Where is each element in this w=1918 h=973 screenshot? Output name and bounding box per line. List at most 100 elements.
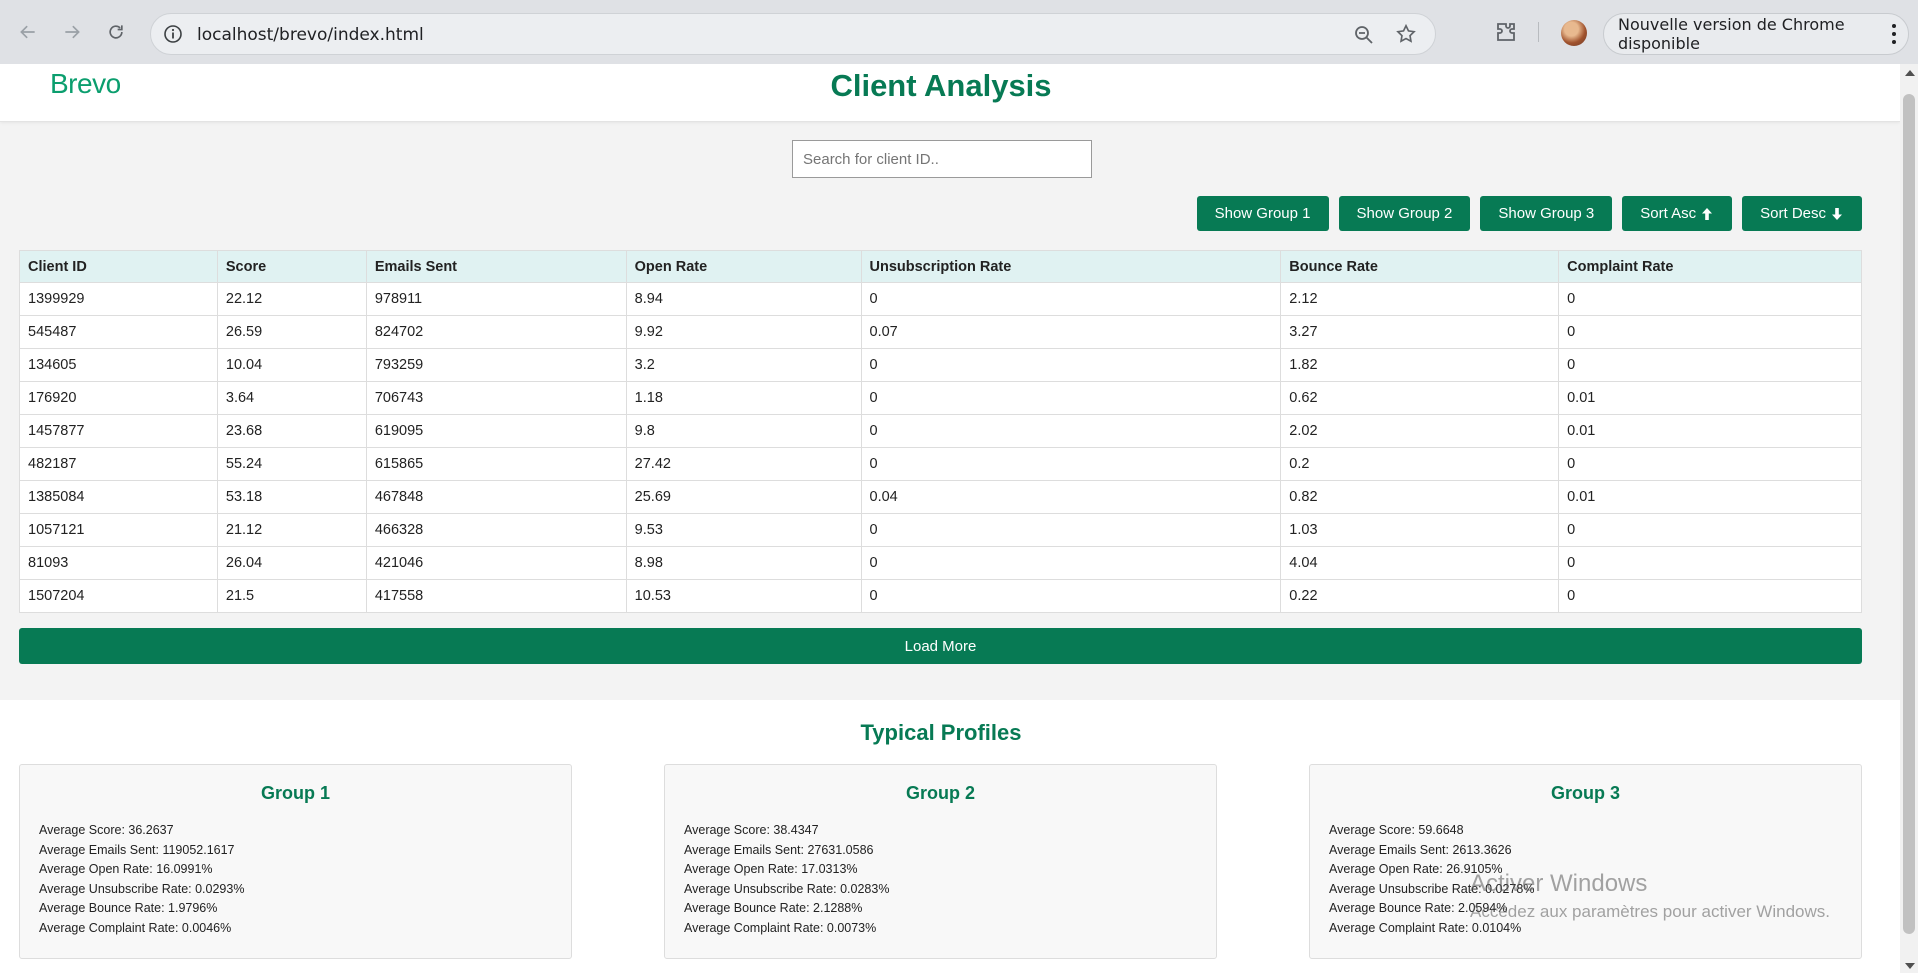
table-row[interactable]: 482187 55.24 615865 27.42 0 0.2 0 xyxy=(19,447,1862,481)
col-header-open-rate[interactable]: Open Rate xyxy=(625,250,862,283)
stat-line: Average Unsubscribe Rate: 0.0283% xyxy=(684,881,890,896)
more-vert-icon[interactable] xyxy=(1892,24,1896,44)
table-cell: 0 xyxy=(1558,447,1862,481)
table-cell: 0.04 xyxy=(860,480,1282,514)
table-cell: 0 xyxy=(860,447,1282,481)
table-cell: 1399929 xyxy=(19,282,218,316)
table-row[interactable]: 1385084 53.18 467848 25.69 0.04 0.82 0.01 xyxy=(19,480,1862,514)
table-cell: 55.24 xyxy=(216,447,367,481)
table-cell: 619095 xyxy=(365,414,627,448)
stat-line: Average Unsubscribe Rate: 0.0293% xyxy=(39,881,245,896)
table-cell: 0 xyxy=(1558,513,1862,547)
zoom-icon[interactable] xyxy=(1353,24,1375,46)
table-cell: 0.2 xyxy=(1280,447,1560,481)
table-cell: 10.04 xyxy=(216,348,367,382)
table-row[interactable]: 134605 10.04 793259 3.2 0 1.82 0 xyxy=(19,348,1862,382)
table-row[interactable]: 176920 3.64 706743 1.18 0 0.62 0.01 xyxy=(19,381,1862,415)
table-row[interactable]: 1057121 21.12 466328 9.53 0 1.03 0 xyxy=(19,513,1862,547)
table-cell: 0 xyxy=(1558,282,1862,316)
page-viewport: Brevo Client Analysis Show Group 1 Show … xyxy=(0,64,1900,973)
address-bar[interactable]: localhost/brevo/index.html xyxy=(150,13,1436,55)
table-cell: 4.04 xyxy=(1280,546,1560,580)
table-cell: 1057121 xyxy=(19,513,218,547)
scroll-down-arrow-icon[interactable] xyxy=(1905,963,1915,969)
table-cell: 482187 xyxy=(19,447,218,481)
col-header-score[interactable]: Score xyxy=(216,250,367,283)
sort-asc-button[interactable]: Sort Asc xyxy=(1622,196,1733,231)
table-cell: 10.53 xyxy=(625,579,862,613)
table-row[interactable]: 1399929 22.12 978911 8.94 0 2.12 0 xyxy=(19,282,1862,316)
scroll-up-arrow-icon[interactable] xyxy=(1905,70,1915,76)
table-cell: 3.64 xyxy=(216,381,367,415)
table-cell: 21.12 xyxy=(216,513,367,547)
col-header-complaint-rate[interactable]: Complaint Rate xyxy=(1558,250,1862,283)
table-cell: 421046 xyxy=(365,546,627,580)
stat-line: Average Bounce Rate: 2.0594% xyxy=(1329,901,1508,915)
show-group-1-button[interactable]: Show Group 1 xyxy=(1196,196,1329,231)
table-cell: 706743 xyxy=(365,381,627,415)
table-cell: 3.2 xyxy=(625,348,862,382)
group-2-title: Group 2 xyxy=(905,783,975,803)
show-group-3-label: Show Group 3 xyxy=(1498,205,1595,222)
table-cell: 3.27 xyxy=(1280,315,1560,349)
table-cell: 824702 xyxy=(365,315,627,349)
table-cell: 2.02 xyxy=(1280,414,1560,448)
typical-profiles-section: Typical Profiles Group 1 Average Score: … xyxy=(0,700,1900,973)
table-cell: 8.98 xyxy=(625,546,862,580)
app-header: Brevo Client Analysis xyxy=(0,64,1900,122)
scrollbar-thumb[interactable] xyxy=(1903,94,1915,934)
table-row[interactable]: 1507204 21.5 417558 10.53 0 0.22 0 xyxy=(19,579,1862,613)
table-cell: 1.82 xyxy=(1280,348,1560,382)
table-cell: 8.94 xyxy=(625,282,862,316)
chrome-update-button[interactable]: Nouvelle version de Chrome disponible xyxy=(1603,13,1909,55)
sort-desc-button[interactable]: Sort Desc xyxy=(1742,196,1862,231)
table-row[interactable]: 81093 26.04 421046 8.98 0 4.04 0 xyxy=(19,546,1862,580)
table-cell: 0.82 xyxy=(1280,480,1560,514)
back-arrow-icon[interactable] xyxy=(14,18,42,46)
col-header-emails-sent[interactable]: Emails Sent xyxy=(365,250,627,283)
table-cell: 0 xyxy=(1558,546,1862,580)
browser-toolbar: localhost/brevo/index.html Nouvelle vers… xyxy=(0,0,1918,64)
stat-line: Average Bounce Rate: 1.9796% xyxy=(39,901,218,915)
table-cell: 0 xyxy=(1558,579,1862,613)
table-cell: 466328 xyxy=(365,513,627,547)
bookmark-star-icon[interactable] xyxy=(1395,23,1417,45)
table-cell: 0.01 xyxy=(1558,381,1862,415)
search-input[interactable] xyxy=(792,140,1092,178)
table-cell: 9.92 xyxy=(625,315,862,349)
table-cell: 0.07 xyxy=(860,315,1282,349)
sort-asc-label: Sort Asc xyxy=(1640,205,1697,222)
extensions-puzzle-icon[interactable] xyxy=(1494,20,1518,44)
col-header-client-id[interactable]: Client ID xyxy=(19,250,218,283)
show-group-3-button[interactable]: Show Group 3 xyxy=(1480,196,1613,231)
page-scrollbar[interactable] xyxy=(1900,64,1918,973)
stat-line: Average Complaint Rate: 0.0046% xyxy=(39,920,232,935)
forward-arrow-icon[interactable] xyxy=(58,18,86,46)
table-cell: 22.12 xyxy=(216,282,367,316)
table-cell: 0 xyxy=(860,414,1282,448)
stat-line: Average Emails Sent: 2613.3626 xyxy=(1329,842,1512,857)
reload-icon[interactable] xyxy=(102,18,130,46)
show-group-2-button[interactable]: Show Group 2 xyxy=(1338,196,1471,231)
col-header-bounce-rate[interactable]: Bounce Rate xyxy=(1280,250,1560,283)
profile-avatar[interactable] xyxy=(1561,20,1587,46)
group-3-card: Group 3 Average Score: 59.6648 Average E… xyxy=(1309,764,1862,959)
table-cell: 9.8 xyxy=(625,414,862,448)
site-info-icon[interactable] xyxy=(163,24,183,44)
table-row[interactable]: 545487 26.59 824702 9.92 0.07 3.27 0 xyxy=(19,315,1862,349)
col-header-unsubscription-rate[interactable]: Unsubscription Rate xyxy=(860,250,1282,283)
group-3-title: Group 3 xyxy=(1550,783,1620,803)
group-1-card: Group 1 Average Score: 36.2637 Average E… xyxy=(19,764,572,959)
table-row[interactable]: 1457877 23.68 619095 9.8 0 2.02 0.01 xyxy=(19,414,1862,448)
stat-line: Average Open Rate: 26.9105% xyxy=(1329,862,1503,876)
sort-desc-label: Sort Desc xyxy=(1760,205,1826,222)
table-cell: 1507204 xyxy=(19,579,218,613)
table-cell: 26.59 xyxy=(216,315,367,349)
table-cell: 0.62 xyxy=(1280,381,1560,415)
stat-line: Average Bounce Rate: 2.1288% xyxy=(684,901,863,915)
stat-line: Average Unsubscribe Rate: 0.0278% xyxy=(1329,881,1535,896)
table-cell: 0.01 xyxy=(1558,414,1862,448)
stat-line: Average Score: 38.4347 xyxy=(684,823,819,837)
table-cell: 26.04 xyxy=(216,546,367,580)
load-more-button[interactable]: Load More xyxy=(19,628,1862,664)
